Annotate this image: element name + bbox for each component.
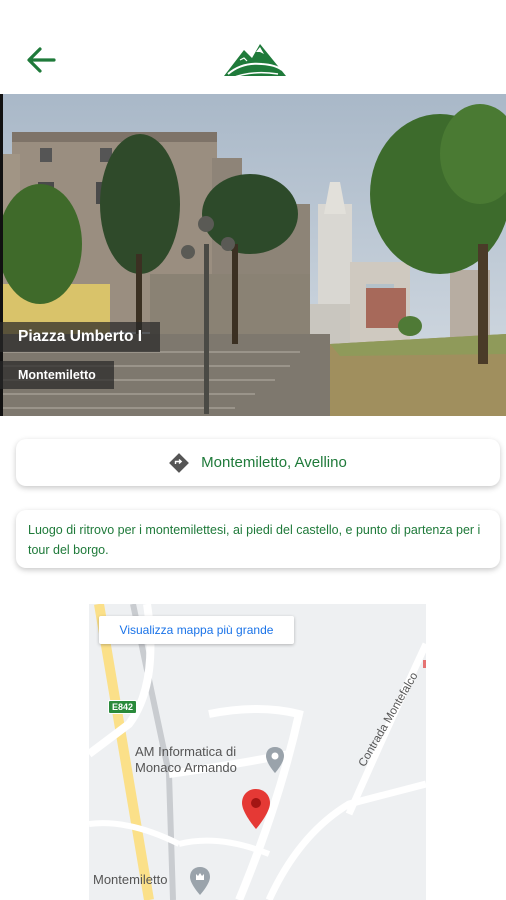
map-poi-label[interactable]: AM Informatica di Monaco Armando <box>135 744 237 776</box>
road-shield-badge: E842 <box>108 700 138 714</box>
arrow-left-icon <box>27 47 56 73</box>
location-text: Montemiletto, Avellino <box>201 454 347 471</box>
poi-name-line1: AM Informatica di <box>135 744 237 759</box>
location-marker-icon[interactable] <box>241 788 271 830</box>
location-card[interactable]: Montemiletto, Avellino <box>16 439 500 486</box>
mountain-logo-icon <box>224 44 286 79</box>
description-card: Luogo di ritrovo per i montemilettesi, a… <box>16 510 500 568</box>
back-button[interactable] <box>22 42 60 78</box>
town-pin-icon[interactable] <box>189 866 211 896</box>
directions-diamond-icon <box>169 452 190 473</box>
map-town-label: Montemiletto <box>93 872 168 887</box>
description-text: Luogo di ritrovo per i montemilettesi, a… <box>28 523 481 557</box>
app-header <box>0 0 506 94</box>
poi-name-line2: Monaco Armando <box>135 760 237 775</box>
place-title: Piazza Umberto I <box>0 322 161 352</box>
embedded-map[interactable]: Visualizza mappa più grande E842 AM Info… <box>89 604 426 900</box>
view-larger-map-button[interactable]: Visualizza mappa più grande <box>99 616 294 644</box>
poi-pin-icon[interactable] <box>265 746 285 774</box>
place-town-label: Montemiletto <box>0 361 114 389</box>
